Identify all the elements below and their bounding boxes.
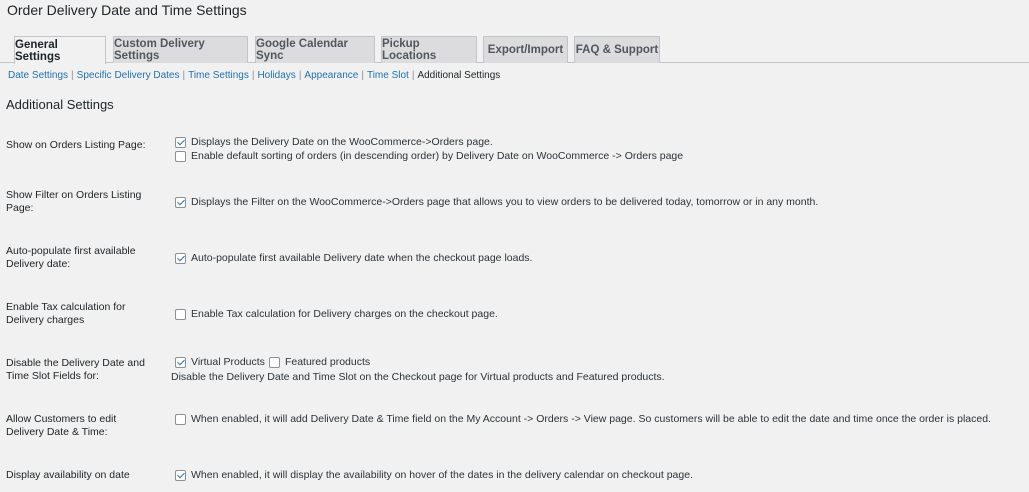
subnav-time-slot[interactable]: Time Slot <box>367 70 409 81</box>
subnav-separator: | <box>361 70 364 81</box>
customer-edit-checkbox[interactable] <box>175 413 186 425</box>
subnav-time-settings[interactable]: Time Settings <box>188 70 249 81</box>
section-title: Additional Settings <box>6 97 114 112</box>
tax-calc-label-line2: Delivery charges <box>6 314 85 326</box>
filter-listing-label: Show Filter on Orders Listing Page: <box>6 189 156 215</box>
auto-populate-label: Auto-populate first available Delivery d… <box>6 245 156 271</box>
customer-edit-label-line1: Allow Customers to edit <box>6 413 117 425</box>
page-title: Order Delivery Date and Time Settings <box>7 2 247 18</box>
filter-listing-option-text: Displays the Filter on the WooCommerce->… <box>191 196 819 208</box>
default-sorting-checkbox[interactable] <box>175 150 186 162</box>
availability-option[interactable]: When enabled, it will display the availa… <box>175 469 693 481</box>
subnav-separator: | <box>411 70 415 81</box>
settings-subnav: Date Settings | Specific Delivery Dates | Ti… <box>8 70 500 81</box>
disable-fields-label: Disable the Delivery Date and Time Slot … <box>6 357 156 383</box>
subnav-separator: | <box>71 70 74 81</box>
subnav-specific-delivery-dates[interactable]: Specific Delivery Dates <box>77 70 180 81</box>
customer-edit-option[interactable]: When enabled, it will add Delivery Date … <box>175 413 991 425</box>
filter-listing-label-line1: Show Filter on Orders Listing <box>6 189 142 201</box>
availability-option-text: When enabled, it will display the availa… <box>191 469 693 481</box>
default-sorting-option-text: Enable default sorting of orders (in des… <box>191 150 684 162</box>
virtual-products-label[interactable]: Virtual Products <box>191 356 265 368</box>
disable-fields-options: Virtual Products Featured products <box>175 356 370 368</box>
orders-listing-checkbox[interactable] <box>175 136 186 148</box>
customer-edit-label: Allow Customers to edit Delivery Date & … <box>6 413 156 439</box>
tab-custom-delivery-settings[interactable]: Custom Delivery Settings <box>113 36 248 63</box>
orders-listing-option[interactable]: Displays the Delivery Date on the WooCom… <box>175 136 493 148</box>
featured-products-label[interactable]: Featured products <box>285 356 370 368</box>
subnav-separator: | <box>182 70 186 81</box>
auto-populate-label-line2: Delivery date: <box>6 258 71 270</box>
auto-populate-checkbox[interactable] <box>175 252 186 264</box>
auto-populate-option[interactable]: Auto-populate first available Delivery d… <box>175 252 532 264</box>
disable-fields-description: Disable the Delivery Date and Time Slot … <box>171 371 665 383</box>
tax-calc-option-text: Enable Tax calculation for Delivery char… <box>191 308 498 320</box>
orders-listing-label: Show on Orders Listing Page: <box>6 139 146 151</box>
virtual-products-checkbox[interactable] <box>175 356 186 368</box>
subnav-date-settings[interactable]: Date Settings <box>8 70 68 81</box>
subnav-appearance[interactable]: Appearance <box>304 70 358 81</box>
customer-edit-label-line2: Delivery Date & Time: <box>6 426 108 438</box>
availability-checkbox[interactable] <box>175 469 186 481</box>
tax-calc-label: Enable Tax calculation for Delivery char… <box>6 301 156 327</box>
tab-google-calendar-sync[interactable]: Google Calendar Sync <box>255 36 375 63</box>
filter-listing-label-line2: Page: <box>6 202 34 214</box>
subnav-separator: | <box>251 70 255 81</box>
tax-calc-checkbox[interactable] <box>175 308 186 320</box>
auto-populate-label-line1: Auto-populate first available <box>6 245 136 257</box>
tab-pickup-locations[interactable]: Pickup Locations <box>381 36 477 63</box>
tab-export-import[interactable]: Export/Import <box>483 36 568 63</box>
disable-fields-label-line2: Time Slot Fields for: <box>6 370 99 382</box>
settings-tabs: General Settings Custom Delivery Setting… <box>0 36 1029 64</box>
orders-listing-option-text: Displays the Delivery Date on the WooCom… <box>191 136 493 148</box>
tab-faq-support[interactable]: FAQ & Support <box>574 36 660 63</box>
filter-listing-checkbox[interactable] <box>175 196 186 208</box>
tab-general-settings[interactable]: General Settings <box>14 36 106 64</box>
availability-label: Display availability on date <box>6 469 130 481</box>
auto-populate-option-text: Auto-populate first available Delivery d… <box>191 252 533 264</box>
filter-listing-option[interactable]: Displays the Filter on the WooCommerce->… <box>175 196 818 208</box>
featured-products-checkbox[interactable] <box>268 356 280 368</box>
tax-calc-option[interactable]: Enable Tax calculation for Delivery char… <box>175 308 498 320</box>
disable-fields-label-line1: Disable the Delivery Date and <box>6 357 145 369</box>
default-sorting-option[interactable]: Enable default sorting of orders (in des… <box>175 150 683 162</box>
subnav-separator: | <box>298 70 302 81</box>
customer-edit-option-text: When enabled, it will add Delivery Date … <box>191 413 991 425</box>
subnav-holidays[interactable]: Holidays <box>257 70 295 81</box>
subnav-additional-settings: Additional Settings <box>417 70 501 81</box>
tax-calc-label-line1: Enable Tax calculation for <box>6 301 126 313</box>
